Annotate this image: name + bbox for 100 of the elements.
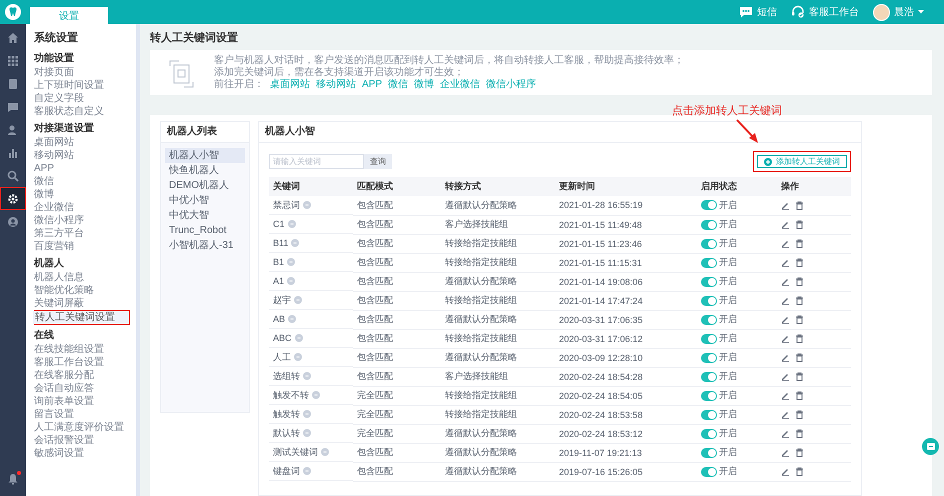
toggle-switch[interactable] <box>701 466 717 476</box>
channel-link[interactable]: 移动网站 <box>316 78 356 90</box>
sidebar-item[interactable]: 客服状态自定义 <box>32 105 130 118</box>
delete-icon[interactable] <box>795 200 804 210</box>
delete-icon[interactable] <box>795 448 804 457</box>
robot-list-item[interactable]: 机器人小智 <box>165 148 245 163</box>
sidebar-item[interactable]: 人工满意度评价设置 <box>32 421 130 434</box>
robot-list-item[interactable]: 中优大智 <box>165 208 245 223</box>
edit-icon[interactable] <box>781 200 790 210</box>
toggle-switch[interactable] <box>701 352 717 362</box>
sidebar-item[interactable]: 智能优化策略 <box>32 284 130 297</box>
delete-icon[interactable] <box>795 334 804 343</box>
delete-icon[interactable] <box>795 220 804 229</box>
toggle-switch[interactable] <box>701 390 717 400</box>
delete-icon[interactable] <box>795 296 804 305</box>
channel-link[interactable]: 企业微信 <box>440 78 480 90</box>
edit-icon[interactable] <box>781 353 790 362</box>
edit-icon[interactable] <box>781 258 790 267</box>
edit-icon[interactable] <box>781 448 790 457</box>
toggle-switch[interactable] <box>701 200 717 210</box>
delete-icon[interactable] <box>795 239 804 248</box>
sidebar-item[interactable]: 机器人信息 <box>32 271 130 284</box>
edit-icon[interactable] <box>781 372 790 381</box>
sidebar-item[interactable]: 第三方平台 <box>32 227 130 240</box>
robot-list-item[interactable]: Trunc_Robot <box>165 223 245 238</box>
user-name[interactable]: 晨浩 <box>894 5 914 19</box>
edit-icon[interactable] <box>781 410 790 419</box>
toggle-switch[interactable] <box>701 220 717 230</box>
person-icon[interactable] <box>7 124 19 136</box>
robot-list-item[interactable]: 中优小智 <box>165 193 245 208</box>
sidebar-item[interactable]: 对接页面 <box>32 66 130 79</box>
robot-list-item[interactable]: 快鱼机器人 <box>165 163 245 178</box>
sidebar-item[interactable]: 在线技能组设置 <box>32 343 130 356</box>
sidebar-item[interactable]: 询前表单设置 <box>32 395 130 408</box>
chat-bubble-button[interactable] <box>922 438 939 455</box>
sidebar-item[interactable]: 客服工作台设置 <box>32 356 130 369</box>
delete-icon[interactable] <box>795 429 804 438</box>
sidebar-item[interactable]: 微信小程序 <box>32 214 130 227</box>
robot-list-item[interactable]: DEMO机器人 <box>165 178 245 193</box>
sidebar-item[interactable]: APP <box>32 162 130 175</box>
sidebar-item[interactable]: 桌面网站 <box>32 136 130 149</box>
sidebar-item[interactable]: 会话报警设置 <box>32 434 130 447</box>
edit-icon[interactable] <box>781 220 790 229</box>
edit-icon[interactable] <box>781 296 790 305</box>
message-icon[interactable] <box>739 5 753 19</box>
add-keyword-button[interactable]: 添加转人工关键词 <box>757 155 847 168</box>
toggle-switch[interactable] <box>701 258 717 268</box>
delete-icon[interactable] <box>795 372 804 381</box>
avatar[interactable] <box>873 4 890 20</box>
toggle-switch[interactable] <box>701 428 717 438</box>
toolbar-link[interactable]: 客服工作台 <box>809 5 859 19</box>
sidebar-item[interactable]: 企业微信 <box>32 201 130 214</box>
sidebar-item[interactable]: 会话自动应答 <box>32 382 130 395</box>
toggle-switch[interactable] <box>701 334 717 344</box>
sidebar-item[interactable]: 移动网站 <box>32 149 130 162</box>
toggle-switch[interactable] <box>701 372 717 382</box>
toggle-switch[interactable] <box>701 276 717 286</box>
channel-link[interactable]: 桌面网站 <box>270 78 310 90</box>
delete-icon[interactable] <box>795 258 804 267</box>
delete-icon[interactable] <box>795 277 804 286</box>
bar-chart-icon[interactable] <box>7 146 19 158</box>
toggle-switch[interactable] <box>701 448 717 458</box>
channel-link[interactable]: 微信小程序 <box>486 78 536 90</box>
tab[interactable]: 设置 <box>30 7 108 24</box>
sidebar-item[interactable]: 敏感词设置 <box>32 447 130 460</box>
search-icon[interactable] <box>7 170 19 182</box>
caret-icon[interactable] <box>918 10 924 14</box>
delete-icon[interactable] <box>795 410 804 419</box>
edit-icon[interactable] <box>781 391 790 400</box>
headset-icon[interactable] <box>791 5 805 19</box>
toggle-switch[interactable] <box>701 410 717 420</box>
edit-icon[interactable] <box>781 467 790 476</box>
sidebar-item[interactable]: 转人工关键词设置 <box>33 311 129 324</box>
channel-link[interactable]: 微博 <box>414 78 434 90</box>
edit-icon[interactable] <box>781 334 790 343</box>
grid-icon[interactable] <box>7 54 19 66</box>
user-circle-icon[interactable] <box>7 216 19 228</box>
edit-icon[interactable] <box>781 277 790 286</box>
sidebar-item[interactable]: 关键词屏蔽 <box>32 297 130 310</box>
edit-icon[interactable] <box>781 315 790 324</box>
sidebar-item[interactable]: 百度营销 <box>32 240 130 253</box>
edit-icon[interactable] <box>781 429 790 438</box>
sidebar-item[interactable]: 微博 <box>32 188 130 201</box>
home-icon[interactable] <box>7 32 19 44</box>
bell-icon[interactable] <box>7 472 19 484</box>
sidebar-item[interactable]: 在线客服分配 <box>32 369 130 382</box>
toolbar-link[interactable]: 短信 <box>757 5 777 19</box>
delete-icon[interactable] <box>795 353 804 362</box>
channel-link[interactable]: APP <box>362 78 382 90</box>
chat-icon[interactable] <box>7 100 19 112</box>
toggle-switch[interactable] <box>701 238 717 248</box>
sidebar-item[interactable]: 留言设置 <box>32 408 130 421</box>
edit-icon[interactable] <box>781 239 790 248</box>
delete-icon[interactable] <box>795 391 804 400</box>
channel-link[interactable]: 微信 <box>388 78 408 90</box>
delete-icon[interactable] <box>795 467 804 476</box>
document-icon[interactable] <box>7 78 19 90</box>
robot-list-item[interactable]: 小智机器人-31 <box>165 238 245 253</box>
search-field[interactable]: 请输入关键词 <box>269 154 364 169</box>
sidebar-item[interactable]: 上下班时间设置 <box>32 79 130 92</box>
